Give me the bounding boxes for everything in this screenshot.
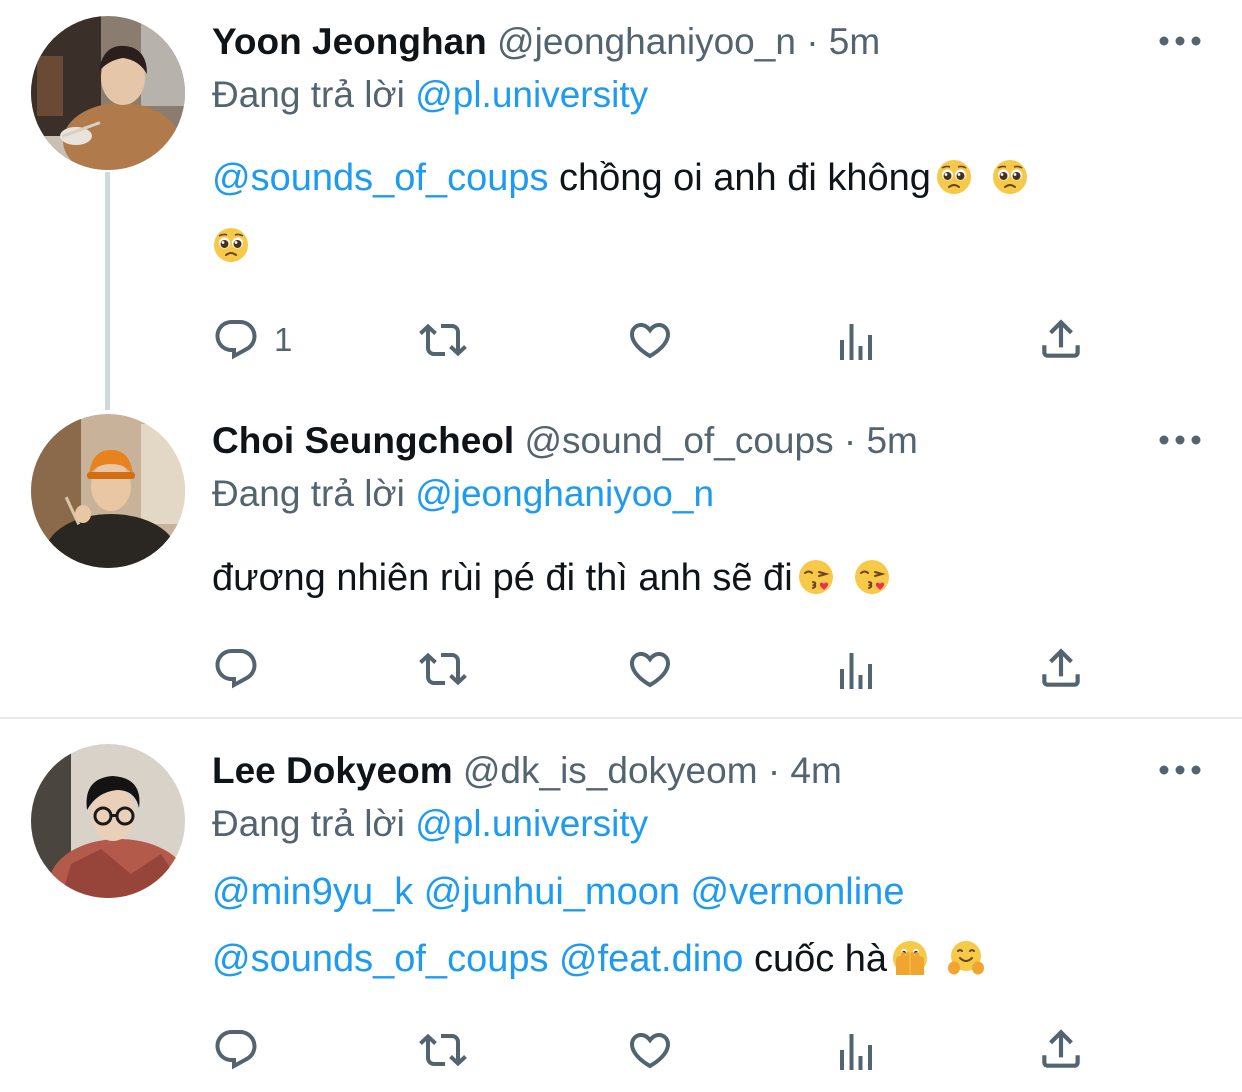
author-handle[interactable]: @dk_is_dokyeom: [463, 750, 758, 791]
replying-to-label: Đang trả lời: [212, 803, 405, 844]
reply-icon: [212, 1026, 260, 1074]
tweet-seungcheol[interactable]: Choi Seungcheol @sound_of_coups · 5m Đan…: [0, 400, 1242, 716]
tweet-dokyeom[interactable]: Lee Dokyeom @dk_is_dokyeom · 4m Đang trả…: [0, 719, 1242, 1092]
face-blowing-kiss-emoji: [797, 558, 835, 596]
views-button[interactable]: [832, 1028, 880, 1076]
like-button[interactable]: [625, 1026, 675, 1074]
tweet-text: @sounds_of_coups chồng oi anh đi không: [212, 148, 1033, 208]
retweet-icon: [416, 645, 470, 693]
replying-to: Đang trả lời @pl.university: [212, 800, 648, 848]
reply-button[interactable]: [212, 1026, 260, 1074]
more-horizontal-icon: [1156, 430, 1204, 450]
timestamp[interactable]: 4m: [790, 750, 841, 791]
heart-icon: [625, 1026, 675, 1074]
author-name[interactable]: Lee Dokyeom: [212, 750, 453, 791]
avatar[interactable]: [31, 744, 185, 898]
tweet-header: Choi Seungcheol @sound_of_coups · 5m: [212, 417, 918, 465]
share-button[interactable]: [1036, 1024, 1086, 1072]
replying-to-mention[interactable]: @jeonghaniyoo_n: [415, 473, 714, 514]
retweet-button[interactable]: [416, 1026, 470, 1074]
replying-to: Đang trả lời @pl.university: [212, 71, 648, 119]
replying-to: Đang trả lời @jeonghaniyoo_n: [212, 470, 714, 518]
mention-link[interactable]: @sounds_of_coups: [212, 938, 548, 980]
like-button[interactable]: [625, 645, 675, 693]
tweet-text-content: cuốc hà: [743, 938, 888, 980]
face-blowing-kiss-emoji: [853, 558, 891, 596]
share-icon: [1036, 1024, 1086, 1074]
views-button[interactable]: [832, 647, 880, 695]
tweet-jeonghan[interactable]: Yoon Jeonghan @jeonghaniyoo_n · 5m Đang …: [0, 0, 1242, 410]
analytics-icon: [832, 318, 880, 366]
reply-count: 1: [274, 321, 293, 358]
replying-to-mention[interactable]: @pl.university: [415, 803, 648, 844]
mention-link[interactable]: @min9yu_k: [212, 871, 413, 913]
tweet-text-content: chồng oi anh đi không: [548, 157, 931, 199]
share-button[interactable]: [1036, 643, 1086, 691]
reply-button[interactable]: [212, 316, 260, 364]
timestamp[interactable]: 5m: [829, 21, 880, 62]
thread-connector-line: [105, 172, 110, 410]
more-options-button[interactable]: [1156, 430, 1204, 450]
retweet-button[interactable]: [416, 645, 470, 693]
face-with-open-eyes-and-hand-over-mouth-emoji: [891, 939, 929, 977]
share-button[interactable]: [1036, 314, 1086, 362]
heart-icon: [625, 316, 675, 364]
replying-to-mention[interactable]: @pl.university: [415, 74, 648, 115]
author-name[interactable]: Choi Seungcheol: [212, 420, 514, 461]
retweet-icon: [416, 316, 470, 364]
heart-icon: [625, 645, 675, 693]
analytics-icon: [832, 647, 880, 695]
more-options-button[interactable]: [1156, 31, 1204, 51]
more-horizontal-icon: [1156, 760, 1204, 780]
mention-link[interactable]: @vernonline: [691, 871, 905, 913]
tweet-text-continued: [212, 216, 254, 276]
mention-link[interactable]: @junhui_moon: [424, 871, 680, 913]
retweet-icon: [416, 1026, 470, 1074]
author-handle[interactable]: @sound_of_coups: [524, 420, 833, 461]
separator: ·: [806, 21, 819, 62]
share-icon: [1036, 314, 1086, 364]
separator: ·: [843, 420, 857, 461]
avatar[interactable]: [31, 16, 185, 170]
replying-to-label: Đang trả lời: [212, 473, 405, 514]
retweet-button[interactable]: [416, 316, 470, 364]
pleading-face-emoji: [991, 158, 1029, 196]
reply-icon: [212, 645, 260, 693]
share-icon: [1036, 643, 1086, 693]
analytics-icon: [832, 1028, 880, 1076]
tweet-text-content: đương nhiên rùi pé đi thì anh sẽ đi: [212, 557, 793, 599]
tweet-text: đương nhiên rùi pé đi thì anh sẽ đi: [212, 548, 895, 608]
pleading-face-emoji: [935, 158, 973, 196]
mention-link[interactable]: @sounds_of_coups: [212, 157, 548, 199]
replying-to-label: Đang trả lời: [212, 74, 405, 115]
tweet-text-continued: @sounds_of_coups @feat.dino cuốc hà: [212, 929, 989, 989]
tweet-text: @min9yu_k @junhui_moon @vernonline: [212, 862, 904, 922]
pleading-face-emoji: [212, 226, 250, 264]
reply-button[interactable]: [212, 645, 260, 693]
like-button[interactable]: [625, 316, 675, 364]
tweet-header: Lee Dokyeom @dk_is_dokyeom · 4m: [212, 747, 842, 795]
separator: ·: [767, 750, 781, 791]
hugging-face-emoji: [947, 939, 985, 977]
more-horizontal-icon: [1156, 31, 1204, 51]
reply-icon: [212, 316, 260, 364]
author-name[interactable]: Yoon Jeonghan: [212, 21, 487, 62]
views-button[interactable]: [832, 318, 880, 366]
timestamp[interactable]: 5m: [866, 420, 917, 461]
more-options-button[interactable]: [1156, 760, 1204, 780]
tweet-header: Yoon Jeonghan @jeonghaniyoo_n · 5m: [212, 18, 880, 66]
avatar[interactable]: [31, 414, 185, 568]
author-handle[interactable]: @jeonghaniyoo_n: [497, 21, 796, 62]
mention-link[interactable]: @feat.dino: [559, 938, 743, 980]
